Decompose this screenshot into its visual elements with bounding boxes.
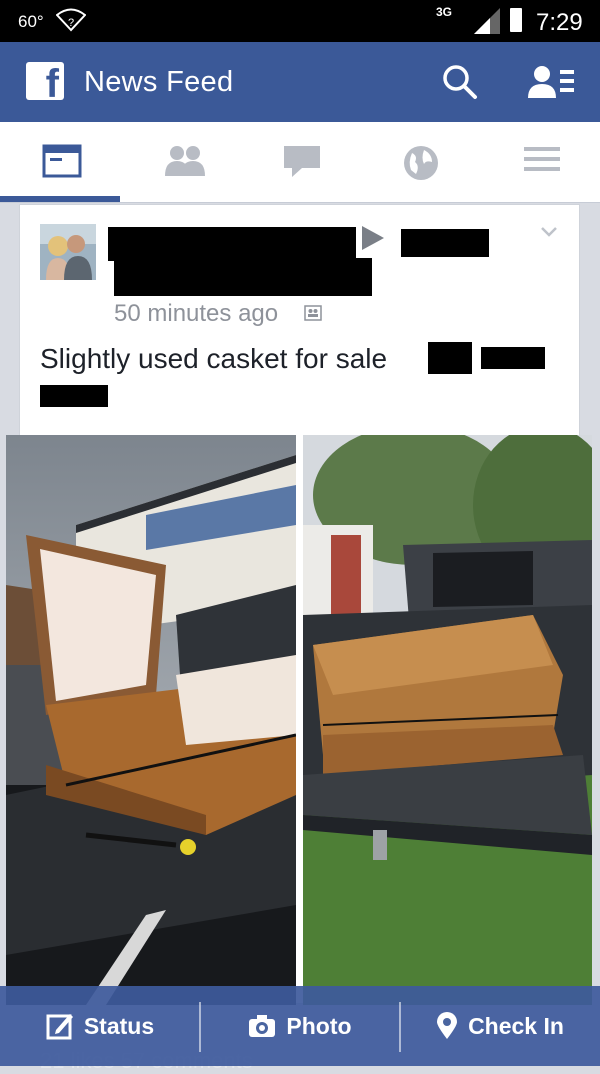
status-label: Status	[83, 1012, 155, 1039]
chevron-down-icon[interactable]	[540, 226, 558, 238]
page-title: News Feed	[84, 66, 234, 98]
temperature: 60°	[18, 12, 44, 31]
post-text: Slightly used casket for sale	[40, 343, 388, 374]
friend-requests-icon	[165, 146, 205, 176]
notifications-globe-icon	[404, 146, 438, 180]
redacted-text	[428, 342, 472, 374]
post-photo-open-casket[interactable]	[6, 435, 296, 1005]
news-feed-icon	[42, 144, 82, 178]
avatar[interactable]	[40, 224, 96, 280]
redacted-text	[40, 385, 108, 407]
status-bar: 60° ? 3G 7:29	[0, 0, 600, 42]
redacted-text	[481, 347, 545, 369]
friend-list-icon[interactable]	[528, 64, 576, 100]
clock: 7:29	[536, 9, 583, 36]
facebook-logo[interactable]: f	[26, 62, 64, 100]
more-menu-icon	[524, 147, 560, 171]
check-in-button[interactable]: Check In	[400, 986, 600, 1066]
redacted-name-continued	[114, 258, 372, 296]
location-pin-icon	[437, 1012, 458, 1039]
check-in-label: Check In	[468, 1012, 564, 1039]
photo-label: Photo	[286, 1012, 352, 1039]
network-type: 3G	[436, 5, 453, 19]
tab-news-feed[interactable]	[0, 122, 120, 202]
post-timestamp[interactable]: 50 minutes ago	[114, 300, 278, 328]
app-header: f News Feed	[0, 42, 600, 122]
redacted-name	[108, 227, 356, 261]
search-icon[interactable]	[442, 64, 478, 100]
camera-icon	[249, 1015, 276, 1037]
signal-icon	[474, 8, 500, 34]
friends-audience-icon	[304, 305, 322, 321]
edit-icon	[46, 1014, 73, 1040]
tab-messages[interactable]	[240, 122, 360, 202]
battery-icon	[510, 8, 522, 32]
redacted-recipient	[401, 229, 489, 257]
wifi-icon: ?	[56, 8, 86, 32]
svg-text:?: ?	[68, 17, 74, 29]
tab-more[interactable]	[480, 122, 600, 202]
tab-bar	[0, 122, 600, 203]
tab-friend-requests[interactable]	[120, 122, 240, 202]
photo-button[interactable]: Photo	[200, 986, 400, 1066]
profile-photo	[40, 224, 96, 280]
status-button[interactable]: Status	[0, 986, 200, 1066]
messages-icon	[284, 146, 320, 177]
composer-bar: Status Photo Check In	[0, 986, 600, 1066]
shared-to-arrow-icon	[362, 226, 384, 250]
tab-notifications[interactable]	[360, 122, 480, 202]
post-photo-closed-casket[interactable]	[303, 435, 592, 1005]
